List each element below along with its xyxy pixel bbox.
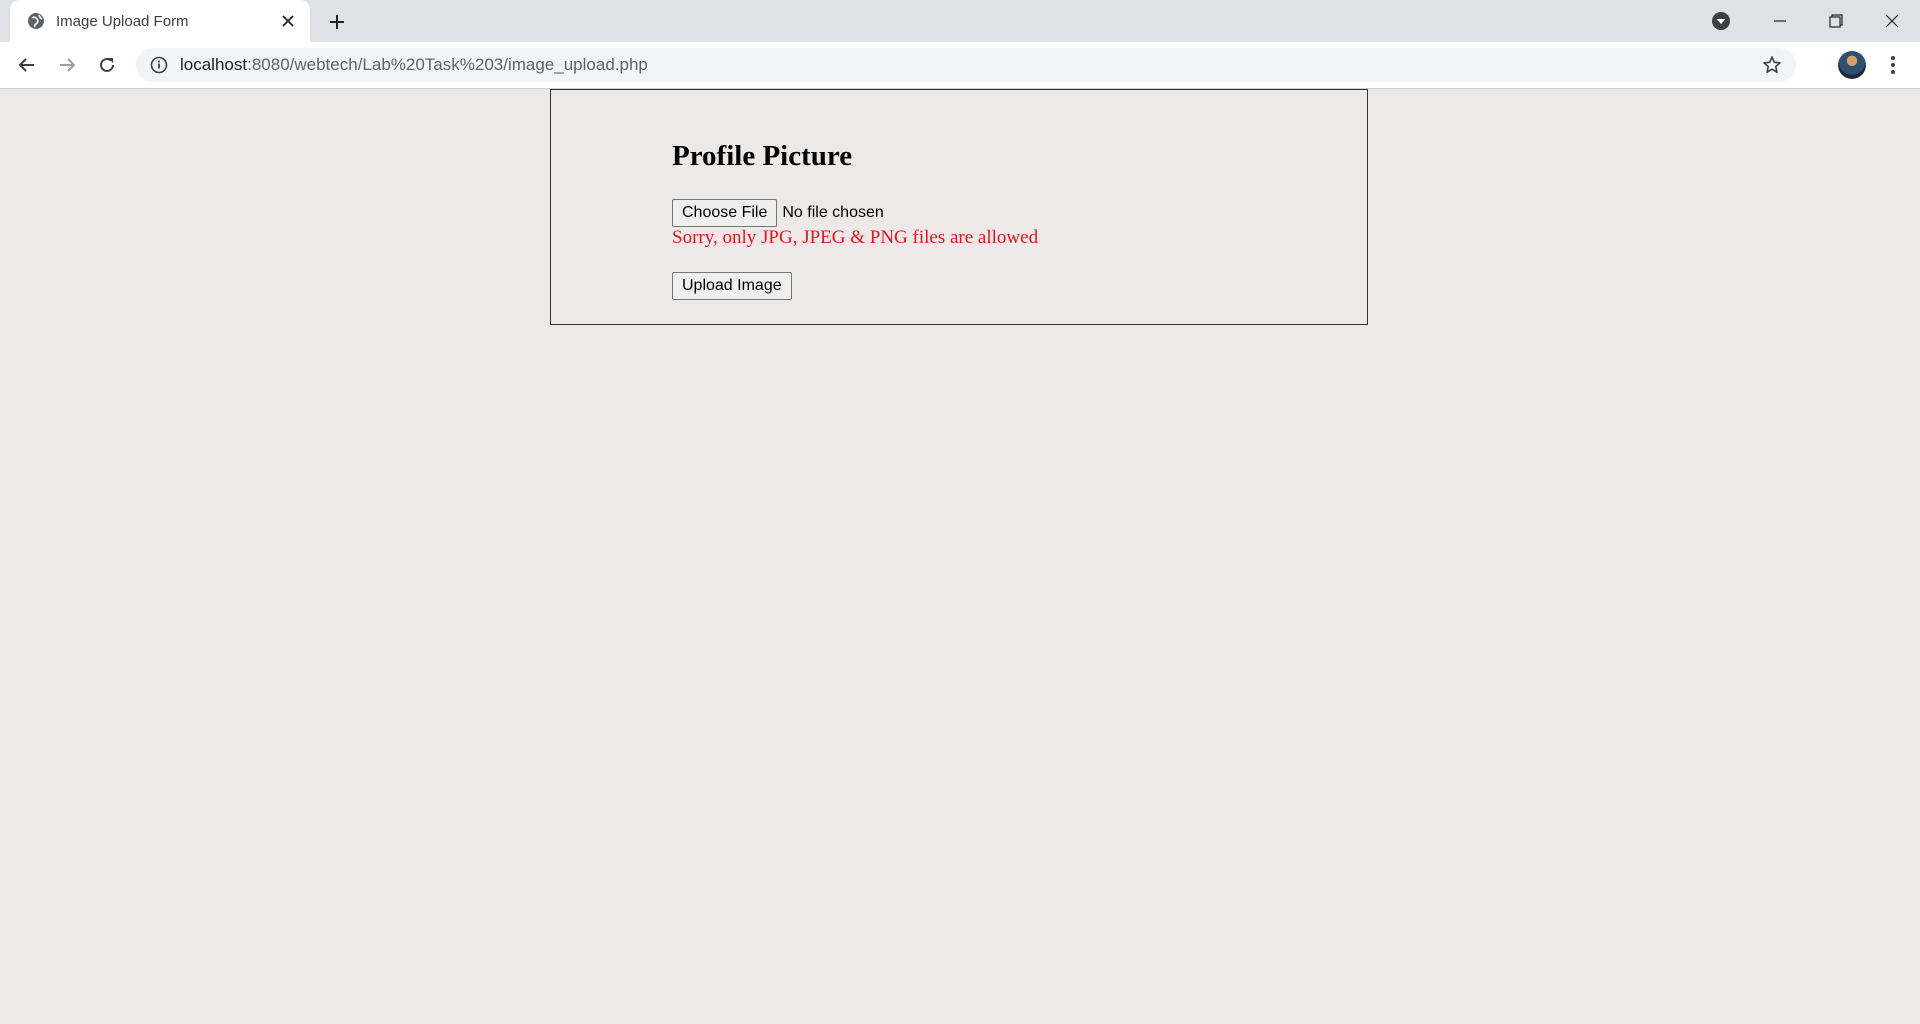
kebab-menu-icon[interactable] [1880,52,1906,78]
tab-title: Image Upload Form [56,12,189,30]
window-controls [1752,0,1920,42]
star-icon[interactable] [1762,55,1782,75]
browser-tab[interactable]: Image Upload Form [10,0,310,42]
close-icon[interactable] [278,11,298,31]
avatar[interactable] [1838,51,1866,79]
back-icon[interactable] [12,50,42,80]
url-path: :8080/webtech/Lab%20Task%203/image_uploa… [247,55,648,74]
error-message: Sorry, only JPG, JPEG & PNG files are al… [672,227,1039,248]
url-text: localhost:8080/webtech/Lab%20Task%203/im… [180,55,648,75]
info-icon[interactable] [150,56,168,74]
browser-toolbar: localhost:8080/webtech/Lab%20Task%203/im… [0,42,1920,89]
globe-icon [28,13,44,29]
forward-icon[interactable] [52,50,82,80]
file-status-text: No file chosen [782,204,884,221]
page-title: Profile Picture [672,140,853,172]
url-host: localhost [180,55,248,74]
restore-icon[interactable] [1808,0,1864,42]
upload-form: Profile Picture Choose File No file chos… [550,89,1368,325]
choose-file-button[interactable]: Choose File [672,199,778,227]
reload-icon[interactable] [92,50,122,80]
minimize-icon[interactable] [1752,0,1808,42]
window-close-icon[interactable] [1864,0,1920,42]
upload-image-button[interactable]: Upload Image [672,272,792,300]
plus-icon[interactable] [324,9,350,35]
file-input[interactable]: Choose File No file chosen [672,199,884,227]
tab-strip: Image Upload Form [0,0,1920,42]
address-bar[interactable]: localhost:8080/webtech/Lab%20Task%203/im… [136,48,1796,82]
profile-dropdown-icon[interactable] [1710,10,1732,32]
